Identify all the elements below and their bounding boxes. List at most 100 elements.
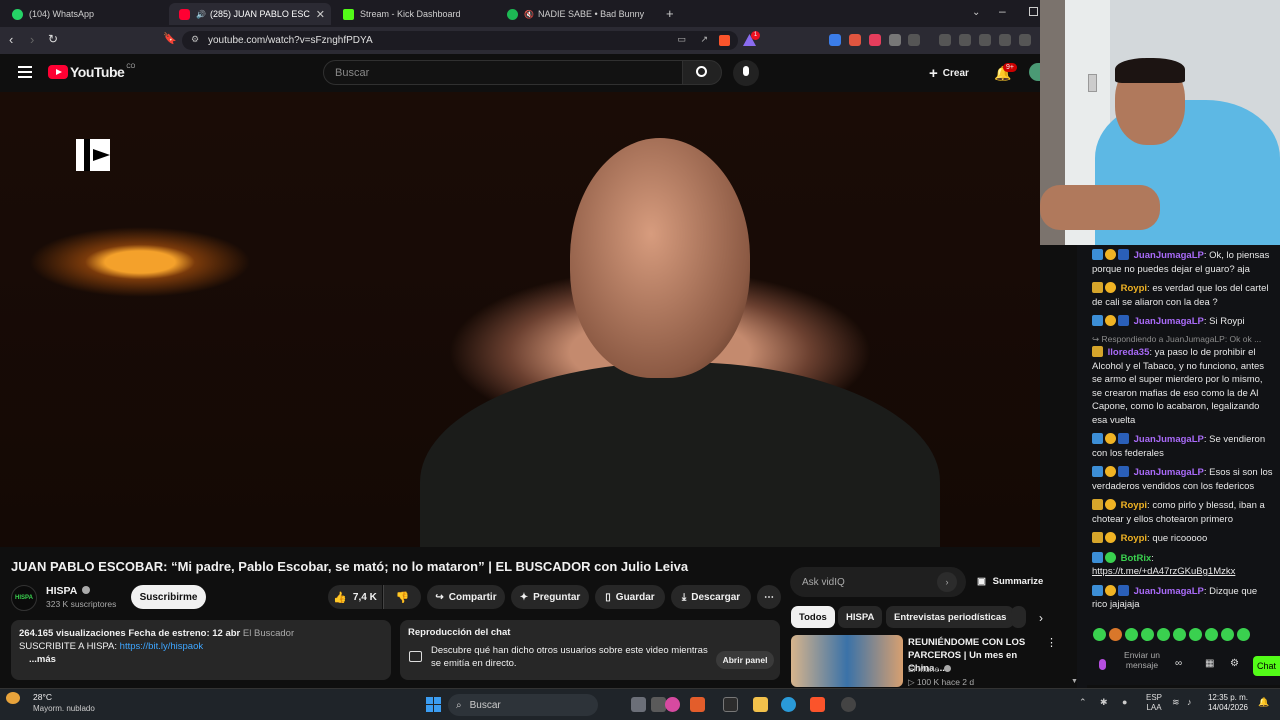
cast-icon[interactable]: ▭ — [677, 34, 686, 45]
terminal-icon[interactable] — [723, 697, 738, 712]
tab-spotify[interactable]: 🔇 NADIE SABE • Bad Bunny — [497, 3, 657, 25]
share-button[interactable]: ↪ Compartir — [427, 585, 505, 609]
chat-username[interactable]: JuanJumagaLP — [1134, 467, 1204, 478]
address-bar[interactable]: ⚙ youtube.com/watch?v=sFznghfPDYA ▭ ↗ — [182, 31, 738, 50]
show-more-link[interactable]: ...más — [29, 653, 383, 666]
brave-icon[interactable] — [810, 697, 825, 712]
description-link[interactable]: https://bit.ly/hispaok — [120, 641, 203, 652]
chat-username[interactable]: JuanJumagaLP — [1134, 434, 1204, 445]
tray-overflow-icon[interactable]: ⌃ — [1079, 697, 1087, 708]
chat-username[interactable]: BotRix — [1121, 553, 1152, 564]
bluetooth-icon[interactable]: ✱ — [1100, 697, 1108, 708]
downloads-icon[interactable] — [939, 34, 951, 46]
wifi-icon[interactable]: ≋ — [1172, 697, 1180, 708]
screenshot-extension-icon[interactable] — [908, 34, 920, 46]
microphone-tray-icon[interactable]: ● — [1122, 697, 1127, 707]
vidiq-input[interactable]: Ask vidIQ › — [790, 567, 966, 597]
voice-search-button[interactable] — [733, 60, 759, 86]
clock[interactable]: 12:35 p. m. 14/04/2026 — [1200, 693, 1248, 713]
new-tab-icon[interactable]: + — [666, 6, 674, 21]
weather-temperature[interactable]: 28°C — [33, 692, 52, 702]
save-button[interactable]: ▯ Guardar — [595, 585, 665, 609]
media-icon[interactable] — [959, 34, 971, 46]
extension-icon[interactable] — [849, 34, 861, 46]
description-tag[interactable]: El Buscador — [243, 628, 294, 639]
emote-icon[interactable] — [1189, 628, 1202, 641]
microphone-icon[interactable] — [1099, 659, 1106, 670]
chat-send-button[interactable]: Chat — [1253, 656, 1280, 676]
share-icon[interactable]: ↗ — [700, 34, 708, 45]
open-panel-button[interactable]: Abrir panel — [716, 651, 774, 669]
taskbar-search[interactable]: ⌕ Buscar — [448, 694, 598, 716]
chip-all[interactable]: Todos — [791, 606, 835, 628]
chat-username[interactable]: Roypi — [1121, 283, 1147, 294]
avatar[interactable] — [1029, 63, 1040, 81]
chat-username[interactable]: Roypi — [1121, 533, 1147, 544]
bookmark-icon[interactable]: 🔖 — [163, 32, 177, 45]
chat-username[interactable]: JuanJumagaLP — [1134, 250, 1204, 261]
settings-gear-icon[interactable]: ⚙ — [1230, 658, 1239, 669]
dislike-button[interactable]: 👎 — [383, 585, 421, 609]
channel-name[interactable]: HISPA — [46, 585, 90, 597]
reply-context[interactable]: ↪ Respondiendo a JuanJumagaLP: Ok ok ... — [1087, 333, 1280, 347]
weather-description[interactable]: Mayorm. nublado — [33, 704, 95, 713]
scroll-down-arrow-icon[interactable]: ▼ — [1071, 678, 1078, 685]
close-tab-icon[interactable]: ✕ — [316, 8, 325, 21]
obs-icon[interactable] — [841, 697, 856, 712]
channel-avatar[interactable]: HISPA — [11, 585, 37, 611]
emote-icon[interactable] — [1141, 628, 1154, 641]
sidebar-icon[interactable] — [979, 34, 991, 46]
copilot-icon[interactable] — [665, 697, 680, 712]
chip-interviews[interactable]: Entrevistas periodísticas — [886, 606, 1015, 628]
site-settings-icon[interactable]: ⚙ — [191, 34, 199, 45]
summarize-button[interactable]: ▣ Summarize — [977, 576, 1043, 587]
chat-username[interactable]: lloreda35 — [1108, 347, 1150, 358]
office-icon[interactable] — [690, 697, 705, 712]
input-language[interactable]: ESP LAA — [1146, 693, 1162, 713]
emote-icon[interactable] — [1157, 628, 1170, 641]
create-button[interactable]: + Crear — [929, 65, 969, 82]
emote-icon[interactable] — [1205, 628, 1218, 641]
chip-hispa[interactable]: HISPA — [838, 606, 883, 628]
minimize-icon[interactable]: – — [999, 4, 1006, 18]
leo-ai-icon[interactable] — [1019, 34, 1031, 46]
wallet-icon[interactable] — [999, 34, 1011, 46]
emoji-icon[interactable]: ∞ — [1175, 658, 1182, 669]
emote-icon[interactable] — [1125, 628, 1138, 641]
translate-extension-icon[interactable] — [829, 34, 841, 46]
chat-message-input[interactable]: Enviar un mensaje — [1117, 650, 1167, 670]
recommended-channel[interactable]: El Muñe — [908, 664, 951, 674]
description-box[interactable]: 264.165 visualizaciones Fecha de estreno… — [11, 620, 391, 680]
emote-icon[interactable] — [1237, 628, 1250, 641]
emote-icon[interactable] — [1109, 628, 1122, 641]
download-button[interactable]: ⤓ Descargar — [671, 585, 751, 609]
more-actions-button[interactable]: ⋯ — [757, 585, 781, 609]
chat-username[interactable]: JuanJumagaLP — [1134, 316, 1204, 327]
chip-overflow[interactable] — [1011, 606, 1026, 628]
notification-center-icon[interactable]: 🔔 — [1258, 697, 1269, 708]
gift-icon[interactable]: ▦ — [1205, 658, 1214, 669]
chat-username[interactable]: JuanJumagaLP — [1134, 586, 1204, 597]
edge-icon[interactable] — [781, 697, 796, 712]
tab-youtube[interactable]: 🔊 (285) JUAN PABLO ESCOBAR: ✕ — [169, 3, 331, 25]
weather-icon[interactable] — [6, 692, 20, 704]
brave-shields-icon[interactable] — [719, 35, 730, 46]
windows-start-icon[interactable] — [426, 697, 441, 712]
channel-watermark-logo[interactable] — [76, 139, 110, 171]
forward-icon[interactable]: › — [30, 32, 34, 47]
puzzle-extension-icon[interactable] — [889, 34, 901, 46]
back-icon[interactable]: ‹ — [9, 32, 13, 47]
emote-icon[interactable] — [1173, 628, 1186, 641]
chevron-right-icon[interactable]: › — [1039, 611, 1043, 625]
menu-icon[interactable] — [18, 66, 32, 78]
chat-link[interactable]: https://t.me/+dA47rzGKuBg1Mzkx — [1092, 566, 1235, 577]
subscribe-button[interactable]: Suscribirme — [131, 585, 206, 609]
emote-icon[interactable] — [1093, 628, 1106, 641]
emote-icon[interactable] — [1221, 628, 1234, 641]
like-button[interactable]: 👍 7,4 K — [328, 585, 382, 609]
chat-username[interactable]: Roypi — [1121, 500, 1147, 511]
vidiq-send-icon[interactable]: › — [937, 572, 957, 592]
video-player[interactable] — [0, 92, 1040, 547]
file-explorer-icon[interactable] — [753, 697, 768, 712]
tab-list-icon[interactable]: ⌄ — [972, 7, 980, 18]
